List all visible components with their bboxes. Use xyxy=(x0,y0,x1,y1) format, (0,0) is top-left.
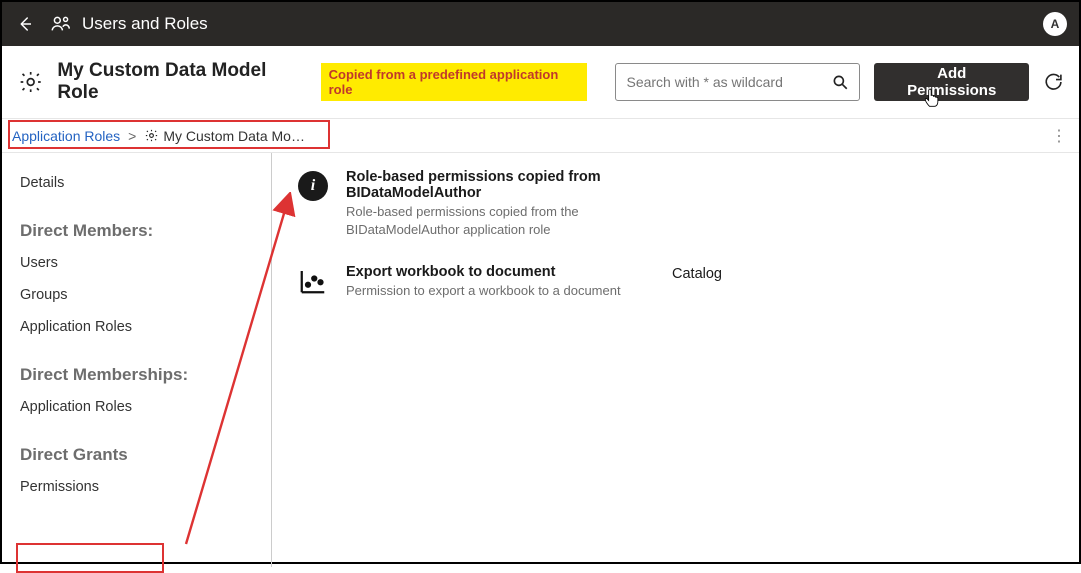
annotation-box-permissions xyxy=(16,543,164,573)
breadcrumb-bar: Application Roles > My Custom Data Mo… ⋮ xyxy=(2,119,1079,153)
permission-row: Export workbook to document Permission t… xyxy=(296,264,1055,300)
nav-groups[interactable]: Groups xyxy=(20,279,253,311)
search-input[interactable] xyxy=(626,74,830,90)
main-area: Details Direct Members: Users Groups App… xyxy=(2,153,1079,567)
nav-permissions[interactable]: Permissions xyxy=(20,471,253,503)
search-box[interactable] xyxy=(615,63,859,101)
permission-category: Catalog xyxy=(672,264,722,282)
permission-description: Permission to export a workbook to a doc… xyxy=(346,282,656,300)
nav-application-roles-2[interactable]: Application Roles xyxy=(20,391,253,423)
nav-section-direct-grants: Direct Grants xyxy=(20,445,253,465)
avatar[interactable]: A xyxy=(1043,12,1067,36)
back-button[interactable] xyxy=(14,13,36,35)
highlight-note: Copied from a predefined application rol… xyxy=(321,63,588,101)
chart-export-icon xyxy=(298,266,328,296)
breadcrumb: Application Roles > My Custom Data Mo… xyxy=(12,128,305,144)
page-title: Users and Roles xyxy=(82,14,208,34)
breadcrumb-current: My Custom Data Mo… xyxy=(144,128,305,144)
nav-section-direct-memberships: Direct Memberships: xyxy=(20,365,253,385)
add-permissions-button[interactable]: Add Permissions xyxy=(874,63,1030,101)
sub-header: My Custom Data Model Role Copied from a … xyxy=(2,46,1079,119)
nav-application-roles[interactable]: Application Roles xyxy=(20,311,253,343)
content-panel: i Role-based permissions copied from BID… xyxy=(272,153,1079,567)
breadcrumb-current-label: My Custom Data Mo… xyxy=(163,128,305,144)
breadcrumb-separator: > xyxy=(128,128,136,144)
breadcrumb-root[interactable]: Application Roles xyxy=(12,128,120,144)
search-icon[interactable] xyxy=(831,73,849,91)
role-name: My Custom Data Model Role xyxy=(57,60,306,104)
permission-title: Role-based permissions copied from BIDat… xyxy=(346,169,656,201)
refresh-icon[interactable] xyxy=(1043,72,1063,92)
gear-icon xyxy=(18,69,43,95)
top-bar: Users and Roles A xyxy=(2,2,1079,46)
page-title-wrap: Users and Roles xyxy=(50,13,208,35)
side-nav: Details Direct Members: Users Groups App… xyxy=(2,153,272,567)
info-icon: i xyxy=(298,171,328,201)
gear-icon xyxy=(144,128,159,143)
permission-title: Export workbook to document xyxy=(346,264,656,280)
permission-row: i Role-based permissions copied from BID… xyxy=(296,169,1055,238)
users-roles-icon xyxy=(50,13,72,35)
nav-users[interactable]: Users xyxy=(20,247,253,279)
permission-description: Role-based permissions copied from the B… xyxy=(346,203,656,238)
nav-section-direct-members: Direct Members: xyxy=(20,221,253,241)
kebab-menu[interactable]: ⋮ xyxy=(1049,126,1069,146)
nav-details[interactable]: Details xyxy=(20,167,253,199)
